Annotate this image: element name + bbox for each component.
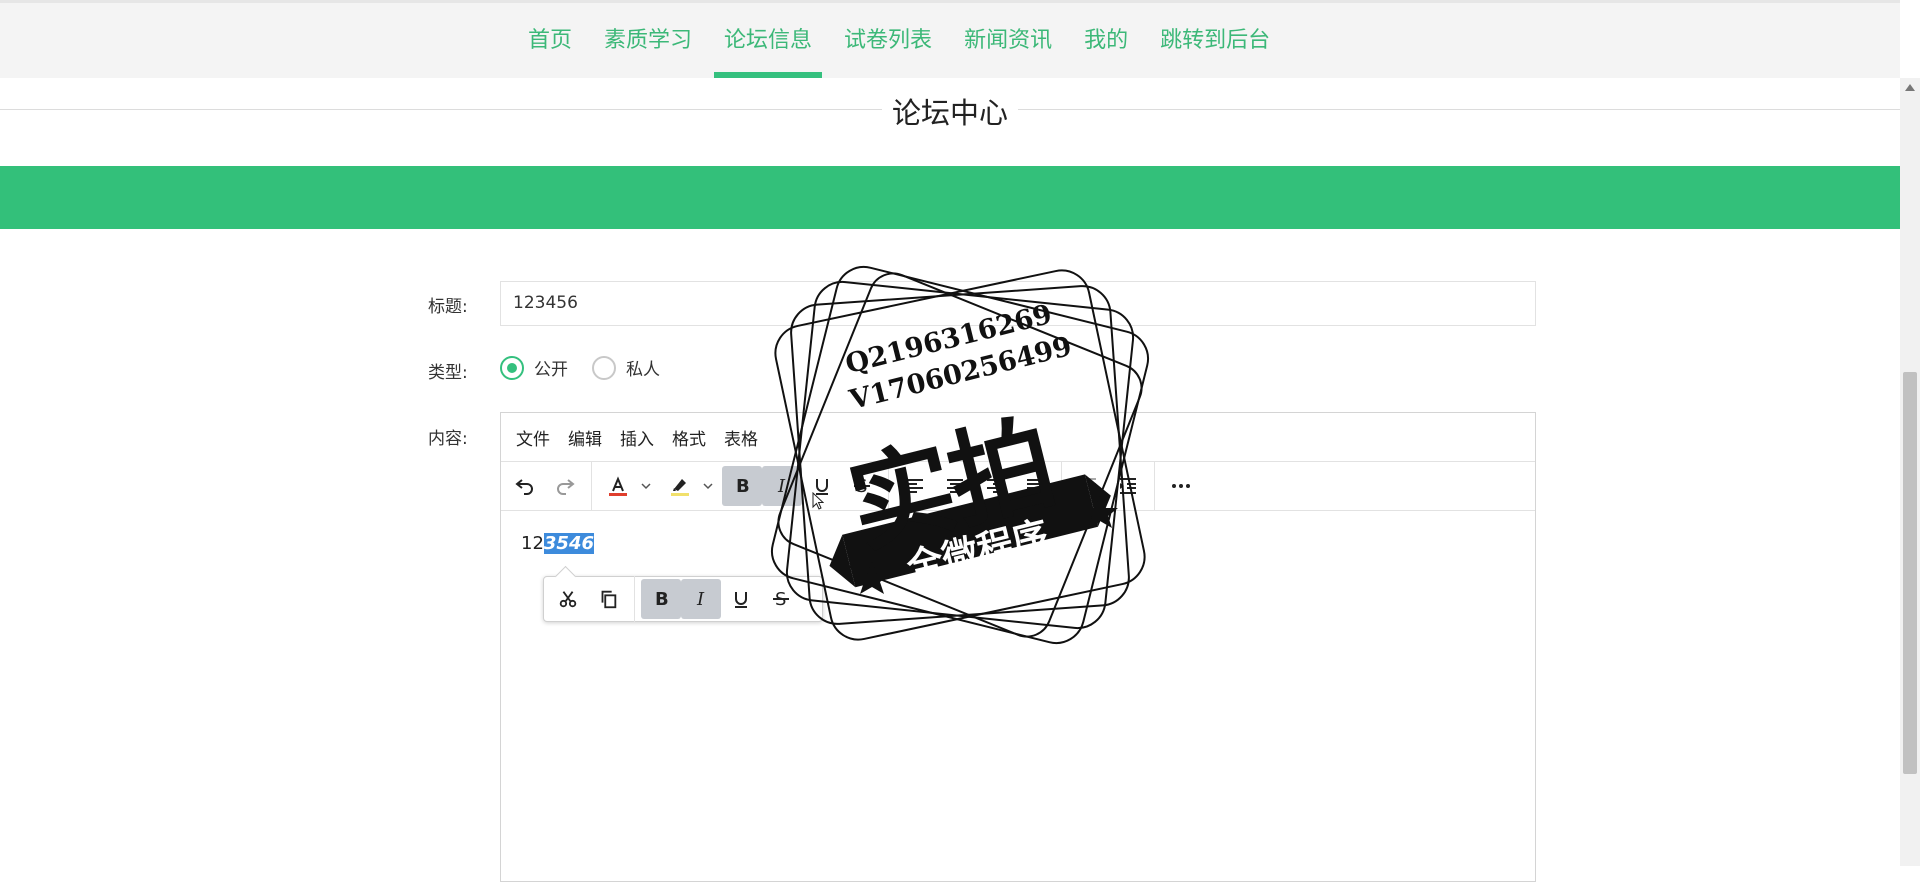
menu-file[interactable]: 文件 (507, 425, 559, 450)
editor-menubar: 文件 编辑 插入 格式 表格 (501, 413, 1535, 462)
menu-format[interactable]: 格式 (663, 425, 715, 450)
top-navigation: 首页 素质学习 论坛信息 试卷列表 新闻资讯 我的 跳转到后台 (0, 0, 1900, 78)
copy-icon (601, 590, 617, 609)
italic-button[interactable]: I (762, 466, 802, 506)
outdent-button[interactable] (1068, 466, 1108, 506)
nav-item-news[interactable]: 新闻资讯 (954, 3, 1062, 78)
watermark-line2: V17060256499 (846, 330, 1075, 417)
scissors-icon (559, 591, 577, 608)
nav-item-home[interactable]: 首页 (518, 3, 582, 78)
highlight-button[interactable] (660, 466, 700, 506)
font-color-dropdown[interactable] (638, 466, 654, 506)
svg-text:I: I (777, 476, 786, 497)
quick-bold-button[interactable]: B (641, 579, 681, 619)
align-right-icon (987, 479, 1003, 493)
menu-insert[interactable]: 插入 (611, 425, 663, 450)
nav-item-mine[interactable]: 我的 (1074, 3, 1138, 78)
align-left-button[interactable] (895, 466, 935, 506)
nav-item-study[interactable]: 素质学习 (594, 3, 702, 78)
align-left-icon (907, 479, 923, 493)
green-banner (0, 166, 1900, 229)
undo-button[interactable] (505, 466, 545, 506)
rich-text-editor: 文件 编辑 插入 格式 表格 B I 123546 B I (500, 412, 1536, 882)
toolbar-separator (1061, 462, 1062, 510)
align-justify-button[interactable] (1015, 466, 1055, 506)
menu-edit[interactable]: 编辑 (559, 425, 611, 450)
scrollbar-thumb[interactable] (1903, 372, 1917, 774)
content-text: 12 (521, 533, 544, 554)
radio-private-indicator[interactable] (592, 355, 616, 380)
bold-icon: B (736, 476, 750, 497)
radio-public-indicator[interactable] (500, 355, 524, 380)
toolbar-separator (888, 462, 889, 510)
undo-icon (515, 479, 533, 495)
mouse-cursor-icon (812, 492, 824, 510)
indent-icon (1120, 478, 1136, 494)
page-scrollbar[interactable] (1900, 78, 1920, 866)
radio-public-label: 公开 (534, 360, 568, 380)
cut-button[interactable] (548, 579, 588, 619)
chevron-down-icon (703, 483, 713, 490)
bold-icon: B (655, 589, 669, 610)
page-heading: 论坛中心 (0, 78, 1900, 144)
title-label: 标题: (428, 297, 468, 317)
menu-table[interactable]: 表格 (715, 425, 767, 450)
more-icon (1172, 484, 1190, 488)
chevron-down-icon (641, 483, 651, 490)
radio-public[interactable]: 公开 (500, 355, 568, 380)
redo-icon (557, 479, 575, 495)
align-center-icon (947, 479, 963, 493)
outdent-icon (1080, 478, 1096, 494)
type-radio-group: 公开 私人 (500, 355, 684, 380)
redo-button[interactable] (545, 466, 585, 506)
strikethrough-icon: S (773, 589, 789, 610)
toolbar-separator (634, 576, 635, 622)
selection-quickbar: B I S (543, 576, 823, 622)
page-title: 论坛中心 (881, 90, 1019, 132)
quick-underline-button[interactable] (721, 579, 761, 619)
indent-button[interactable] (1108, 466, 1148, 506)
content-label: 内容: (428, 429, 468, 449)
selected-text: 3546 (543, 533, 595, 554)
highlight-dropdown[interactable] (700, 466, 716, 506)
text-color-icon (609, 476, 627, 496)
editor-content[interactable]: 123546 (521, 533, 595, 554)
scroll-up-arrow-icon[interactable] (1905, 84, 1915, 91)
align-justify-icon (1027, 479, 1043, 493)
nav-item-exam-list[interactable]: 试卷列表 (834, 3, 942, 78)
radio-private[interactable]: 私人 (592, 355, 660, 380)
type-label: 类型: (428, 363, 468, 383)
italic-icon: I (777, 476, 786, 497)
italic-icon: I (696, 589, 705, 610)
svg-text:B: B (655, 589, 669, 610)
highlighter-icon (671, 479, 689, 496)
quick-strikethrough-button[interactable]: S (761, 579, 801, 619)
svg-text:I: I (696, 589, 705, 610)
toolbar-separator (591, 462, 592, 510)
title-input[interactable]: 123456 (500, 281, 1536, 326)
toolbar-separator (1154, 462, 1155, 510)
strikethrough-button[interactable]: S (842, 466, 882, 506)
nav-item-admin[interactable]: 跳转到后台 (1150, 3, 1280, 78)
nav-item-forum[interactable]: 论坛信息 (714, 3, 823, 78)
radio-private-label: 私人 (626, 360, 660, 380)
quick-italic-button[interactable]: I (681, 579, 721, 619)
bold-button[interactable]: B (722, 466, 762, 506)
align-right-button[interactable] (975, 466, 1015, 506)
font-color-button[interactable] (598, 466, 638, 506)
underline-icon (735, 592, 747, 608)
copy-button[interactable] (588, 579, 628, 619)
editor-toolbar: B I S (501, 462, 1535, 511)
align-center-button[interactable] (935, 466, 975, 506)
svg-text:B: B (736, 476, 750, 497)
strikethrough-icon: S (854, 476, 870, 497)
more-button[interactable] (1161, 466, 1201, 506)
nav-items: 首页 素质学习 论坛信息 试卷列表 新闻资讯 我的 跳转到后台 (518, 3, 1292, 78)
